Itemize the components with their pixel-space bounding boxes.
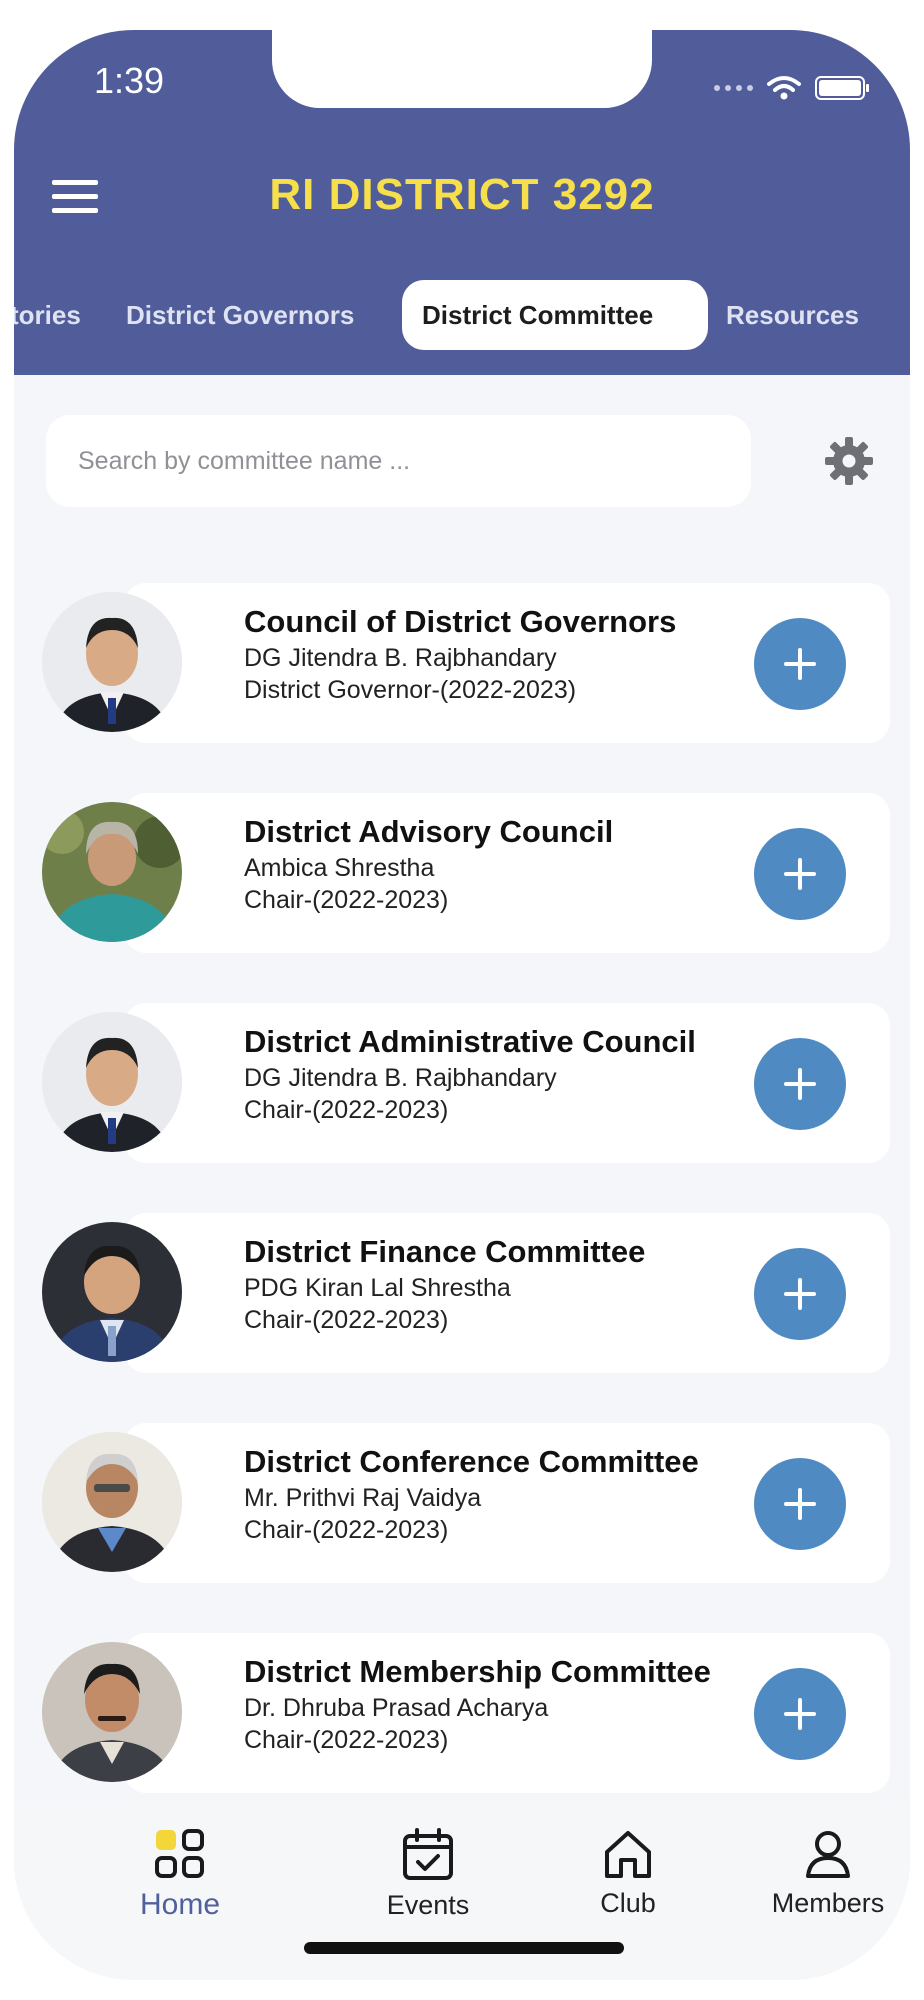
committee-title: District Membership Committee [244,1654,711,1689]
chair-name: PDG Kiran Lal Shrestha [244,1274,511,1302]
cellular-signal-icon [714,85,753,91]
nav-club[interactable]: Club [548,1800,708,1919]
committee-title: District Administrative Council [244,1024,696,1059]
gear-icon[interactable] [824,436,874,486]
person-icon [806,1831,850,1878]
search-box [46,415,751,507]
add-button[interactable] [754,1038,846,1130]
add-button[interactable] [754,1458,846,1550]
nav-events[interactable]: Events [348,1800,508,1921]
home-indicator [304,1942,624,1954]
nav-events-label: Events [386,1890,470,1920]
nav-home-label: Home [139,1888,221,1921]
avatar [42,1432,182,1572]
chair-name: Dr. Dhruba Prasad Acharya [244,1694,549,1722]
committee-text: District Advisory Council Ambica Shresth… [244,812,764,916]
status-time: 1:39 [94,60,165,101]
avatar [42,1012,182,1152]
committee-title: Council of District Governors [244,604,677,639]
committee-title: District Advisory Council [244,814,614,849]
committee-item[interactable]: District Membership Committee Dr. Dhruba… [14,1628,910,1798]
add-button[interactable] [754,1248,846,1340]
committee-item[interactable]: Council of District Governors DG Jitendr… [14,578,910,748]
tab-district-governors[interactable]: District Governors [126,280,354,350]
status-icons [714,68,869,108]
chair-role: Chair-(2022-2023) [244,1726,449,1754]
app-title: RI DISTRICT 3292 [269,170,655,219]
nav-home[interactable]: Home [100,1800,260,1922]
tab-district-committee[interactable]: District Committee [402,280,708,350]
tab-directories[interactable]: tories [14,280,81,350]
add-button[interactable] [754,828,846,920]
battery-icon [815,76,869,100]
add-button[interactable] [754,618,846,710]
avatar [42,1642,182,1782]
committee-title: District Finance Committee [244,1234,646,1269]
home-grid-icon [155,1829,204,1878]
committee-item[interactable]: District Finance Committee PDG Kiran Lal… [14,1208,910,1378]
committee-text: District Finance Committee PDG Kiran Lal… [244,1232,764,1336]
calendar-check-icon [403,1828,453,1880]
add-button[interactable] [754,1668,846,1760]
house-icon [605,1831,651,1878]
committee-item[interactable]: District Conference Committee Mr. Prithv… [14,1418,910,1588]
committee-text: District Conference Committee Mr. Prithv… [244,1442,764,1546]
avatar [42,1222,182,1362]
search-input[interactable] [46,415,751,507]
app-header: 1:39 RI DISTRICT 3292 tories District Go… [14,30,910,375]
committee-item[interactable]: District Advisory Council Ambica Shresth… [14,788,910,958]
chair-role: Chair-(2022-2023) [244,1516,449,1544]
chair-role: Chair-(2022-2023) [244,886,449,914]
chair-name: DG Jitendra B. Rajbhandary [244,1064,557,1092]
wifi-icon [767,76,801,100]
chair-name: DG Jitendra B. Rajbhandary [244,644,557,672]
chair-role: Chair-(2022-2023) [244,1096,449,1124]
committee-text: District Administrative Council DG Jiten… [244,1022,764,1126]
committee-text: District Membership Committee Dr. Dhruba… [244,1652,764,1756]
committee-item[interactable]: District Administrative Council DG Jiten… [14,998,910,1168]
committee-text: Council of District Governors DG Jitendr… [244,602,764,706]
avatar [42,802,182,942]
chair-role: District Governor-(2022-2023) [244,676,577,704]
chair-name: Mr. Prithvi Raj Vaidya [244,1484,482,1512]
phone-screen: 1:39 RI DISTRICT 3292 tories District Go… [14,30,910,1980]
tab-resources[interactable]: Resources [726,280,859,350]
nav-members-label: Members [771,1888,885,1918]
device-notch [272,30,652,108]
nav-members[interactable]: Members [748,1800,908,1919]
chair-role: Chair-(2022-2023) [244,1306,449,1334]
nav-club-label: Club [600,1888,656,1918]
committee-title: District Conference Committee [244,1444,699,1479]
avatar [42,592,182,732]
chair-name: Ambica Shrestha [244,854,435,882]
category-tabs: tories District Governors District Commi… [14,280,910,350]
